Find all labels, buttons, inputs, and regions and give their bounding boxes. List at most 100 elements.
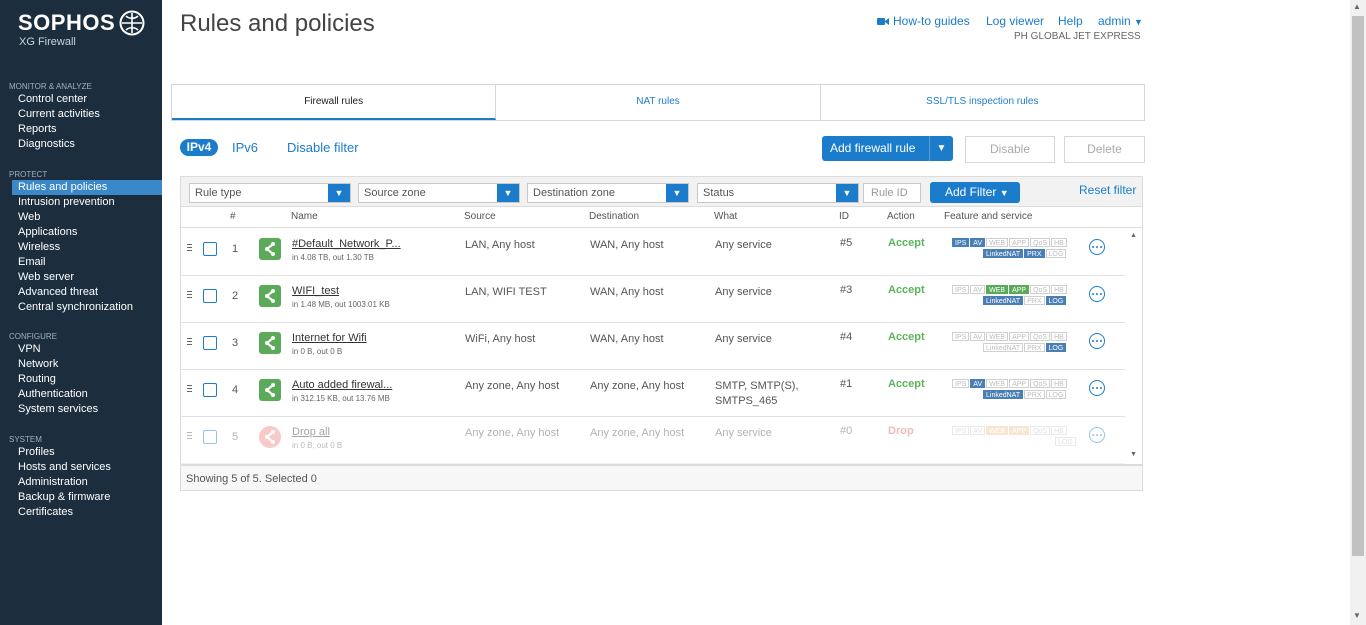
more-options-icon[interactable]	[1089, 286, 1105, 302]
ipv4-toggle[interactable]: IPv4	[180, 139, 218, 156]
table-row[interactable]: 1 #Default_Network_P... in 4.08 TB, out 1.…	[181, 229, 1125, 276]
sidebar-item-advanced-threat[interactable]: Advanced threat	[0, 285, 162, 300]
sidebar-item-vpn[interactable]: VPN	[0, 342, 162, 357]
drag-handle-icon[interactable]	[187, 432, 192, 441]
add-filter-button[interactable]: Add Filter ▼	[930, 182, 1020, 203]
status-filter[interactable]: Status ▼	[697, 183, 859, 203]
sidebar-item-central-synchronization[interactable]: Central synchronization	[0, 300, 162, 315]
sophos-logo[interactable]: SOPHOS XG Firewall	[18, 10, 158, 50]
col-name[interactable]: Name	[291, 211, 318, 222]
feature-badge: QoS	[1030, 285, 1051, 294]
reset-filter-link[interactable]: Reset filter	[1079, 183, 1136, 197]
sidebar-item-administration[interactable]: Administration	[0, 475, 162, 490]
sidebar-item-email[interactable]: Email	[0, 255, 162, 270]
ipv6-toggle[interactable]: IPv6	[232, 140, 258, 155]
rule-name-link[interactable]: #Default_Network_P...	[292, 238, 401, 250]
sidebar-item-routing[interactable]: Routing	[0, 372, 162, 387]
row-checkbox[interactable]	[203, 289, 217, 303]
sidebar-item-intrusion-prevention[interactable]: Intrusion prevention	[0, 195, 162, 210]
sidebar-item-rules-and-policies[interactable]: Rules and policies	[12, 180, 162, 195]
sidebar-item-certificates[interactable]: Certificates	[0, 505, 162, 520]
rule-id-input[interactable]: Rule ID	[863, 183, 921, 203]
table-row[interactable]: 5 Drop all in 0 B, out 0 B Any zone, Any ho…	[181, 417, 1125, 464]
sidebar-item-authentication[interactable]: Authentication	[0, 387, 162, 402]
table-row[interactable]: 2 WIFI_test in 1.48 MB, out 1003.01 KB LAN,…	[181, 276, 1125, 323]
disable-button[interactable]: Disable	[965, 136, 1055, 163]
col-destination[interactable]: Destination	[589, 211, 639, 222]
rule-source: LAN, Any host	[465, 239, 535, 251]
rule-source: LAN, WIFI TEST	[465, 286, 547, 298]
more-options-icon[interactable]	[1089, 380, 1105, 396]
row-checkbox[interactable]	[203, 383, 217, 397]
sidebar-item-web[interactable]: Web	[0, 210, 162, 225]
table-row[interactable]: 4 Auto added firewal... in 312.15 KB, out …	[181, 370, 1125, 417]
col-feature-and-service[interactable]: Feature and service	[944, 211, 1032, 222]
more-options-icon[interactable]	[1089, 427, 1105, 443]
row-checkbox[interactable]	[203, 430, 217, 444]
sidebar-item-control-center[interactable]: Control center	[0, 92, 162, 107]
sidebar-item-backup-firmware[interactable]: Backup & firmware	[0, 490, 162, 505]
delete-button[interactable]: Delete	[1064, 136, 1145, 163]
rule-name-link[interactable]: Drop all	[292, 426, 330, 438]
rule-traffic-stats: in 312.15 KB, out 13.76 MB	[292, 394, 390, 403]
scroll-down-icon[interactable]: ▼	[1353, 611, 1361, 620]
rule-name-link[interactable]: Auto added firewal...	[292, 379, 392, 391]
drag-handle-icon[interactable]	[187, 338, 192, 347]
scroll-down-icon[interactable]: ▼	[1130, 451, 1137, 458]
col-source[interactable]: Source	[464, 211, 496, 222]
row-checkbox[interactable]	[203, 336, 217, 350]
sidebar-item-diagnostics[interactable]: Diagnostics	[0, 137, 162, 152]
howto-guides-link[interactable]: How-to guides	[893, 14, 970, 28]
admin-menu[interactable]: admin ▼	[1098, 14, 1143, 28]
sidebar-item-network[interactable]: Network	[0, 357, 162, 372]
tab-ssl-tls-inspection-rules[interactable]: SSL/TLS inspection rules	[821, 85, 1144, 120]
sidebar-item-applications[interactable]: Applications	[0, 225, 162, 240]
add-firewall-rule-button[interactable]: Add firewall rule ▼	[822, 136, 953, 161]
feature-badge: WEB	[986, 379, 1009, 388]
more-options-icon[interactable]	[1089, 333, 1105, 349]
destination-zone-filter[interactable]: Destination zone ▼	[527, 183, 689, 203]
rule-name-link[interactable]: Internet for Wifi	[292, 332, 367, 344]
sidebar-item-system-services[interactable]: System services	[0, 402, 162, 417]
sidebar-item-hosts-and-services[interactable]: Hosts and services	[0, 460, 162, 475]
row-checkbox[interactable]	[203, 242, 217, 256]
help-link[interactable]: Help	[1058, 14, 1083, 28]
rule-destination: WAN, Any host	[590, 333, 664, 345]
video-camera-icon[interactable]	[877, 17, 889, 26]
col-action[interactable]: Action	[887, 211, 915, 222]
col-number[interactable]: #	[230, 211, 236, 222]
more-options-icon[interactable]	[1089, 239, 1105, 255]
drag-handle-icon[interactable]	[187, 385, 192, 394]
tab-nat-rules[interactable]: NAT rules	[496, 85, 821, 120]
disable-filter-link[interactable]: Disable filter	[287, 140, 359, 155]
page-scrollbar[interactable]: ▲ ▼	[1350, 0, 1366, 625]
feature-badge: IPS	[952, 238, 970, 247]
drag-handle-icon[interactable]	[187, 244, 192, 253]
rule-id: #5	[840, 237, 853, 249]
sidebar-item-current-activities[interactable]: Current activities	[0, 107, 162, 122]
chevron-down-icon[interactable]: ▼	[929, 136, 953, 161]
rule-source: Any zone, Any host	[465, 380, 560, 392]
feature-badge: AV	[970, 285, 986, 294]
feature-badge: APP	[1009, 285, 1030, 294]
nav-section: MONITOR & ANALYZE Control center Current a…	[0, 81, 162, 152]
rule-name-link[interactable]: WIFI_test	[292, 285, 339, 297]
admin-label: admin	[1098, 14, 1131, 28]
tab-firewall-rules[interactable]: Firewall rules	[172, 85, 497, 120]
scrollbar-thumb[interactable]	[1352, 16, 1364, 556]
col-what[interactable]: What	[714, 211, 737, 222]
drag-handle-icon[interactable]	[187, 291, 192, 300]
sidebar-item-web-server[interactable]: Web server	[0, 270, 162, 285]
table-row[interactable]: 3 Internet for Wifi in 0 B, out 0 B WiFi, A…	[181, 323, 1125, 370]
sidebar-item-profiles[interactable]: Profiles	[0, 445, 162, 460]
sidebar-item-reports[interactable]: Reports	[0, 122, 162, 137]
sidebar-item-wireless[interactable]: Wireless	[0, 240, 162, 255]
scroll-up-icon[interactable]: ▲	[1353, 2, 1361, 11]
rule-source: Any zone, Any host	[465, 427, 560, 439]
scroll-up-icon[interactable]: ▲	[1130, 232, 1137, 239]
col-id[interactable]: ID	[839, 211, 849, 222]
source-zone-filter[interactable]: Source zone ▼	[358, 183, 520, 203]
log-viewer-link[interactable]: Log viewer	[986, 14, 1044, 28]
rule-type-filter[interactable]: Rule type ▼	[189, 183, 351, 203]
table-scrollbar[interactable]: ▲ ▼	[1126, 229, 1142, 464]
